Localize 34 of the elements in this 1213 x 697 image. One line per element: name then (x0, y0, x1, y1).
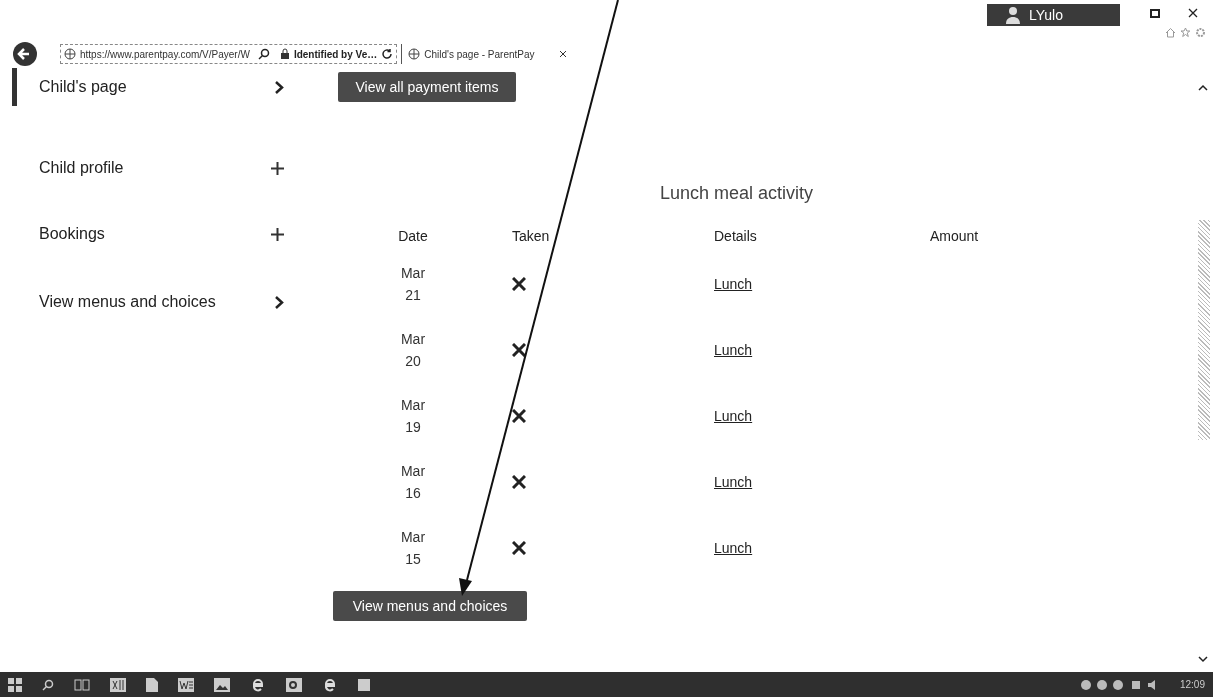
clock[interactable]: 12:09 (1179, 677, 1205, 692)
date-day: 20 (370, 350, 456, 372)
address-bar[interactable]: https://www.parentpay.com/V/Payer/W Identified by Ve… (60, 44, 398, 64)
date-month: Mar (399, 264, 427, 283)
browser-tab[interactable]: Child's page - ParentPay (401, 44, 574, 64)
details-link[interactable]: Lunch (714, 342, 753, 358)
tab-title: Child's page - ParentPay (424, 47, 536, 62)
date-month: Mar (399, 330, 427, 349)
user-badge[interactable]: LYulo (987, 4, 1120, 26)
sidebar-item[interactable]: View menus and choices (12, 288, 300, 316)
column-header: Taken (512, 227, 550, 244)
view-payments-button[interactable]: View all payment items (338, 72, 516, 102)
view-menus-button[interactable]: View menus and choices (333, 591, 527, 621)
table-title: Lunch meal activity (660, 182, 815, 205)
date-month: Mar (399, 528, 427, 547)
details-link[interactable]: Lunch (714, 276, 753, 292)
date-month: Mar (399, 396, 427, 415)
details-link[interactable]: Lunch (714, 540, 753, 556)
column-header: Amount (930, 227, 979, 244)
column-header: Date (398, 227, 428, 244)
sidebar-item[interactable]: Bookings (12, 220, 300, 248)
date-day: 16 (370, 482, 456, 504)
date-day: 21 (370, 284, 456, 306)
user-name: LYulo (1029, 5, 1063, 25)
details-link[interactable]: Lunch (714, 408, 753, 424)
date-month: Mar (399, 462, 427, 481)
sidebar-item[interactable]: Child's page (12, 68, 300, 106)
url-text: https://www.parentpay.com/V/Payer/W (80, 47, 250, 62)
security-label: Identified by Ve… (293, 47, 378, 62)
sidebar-item[interactable]: Child profile (12, 154, 300, 182)
details-link[interactable]: Lunch (714, 474, 753, 490)
column-header: Details (714, 227, 757, 244)
date-day: 15 (370, 548, 456, 570)
date-day: 19 (370, 416, 456, 438)
